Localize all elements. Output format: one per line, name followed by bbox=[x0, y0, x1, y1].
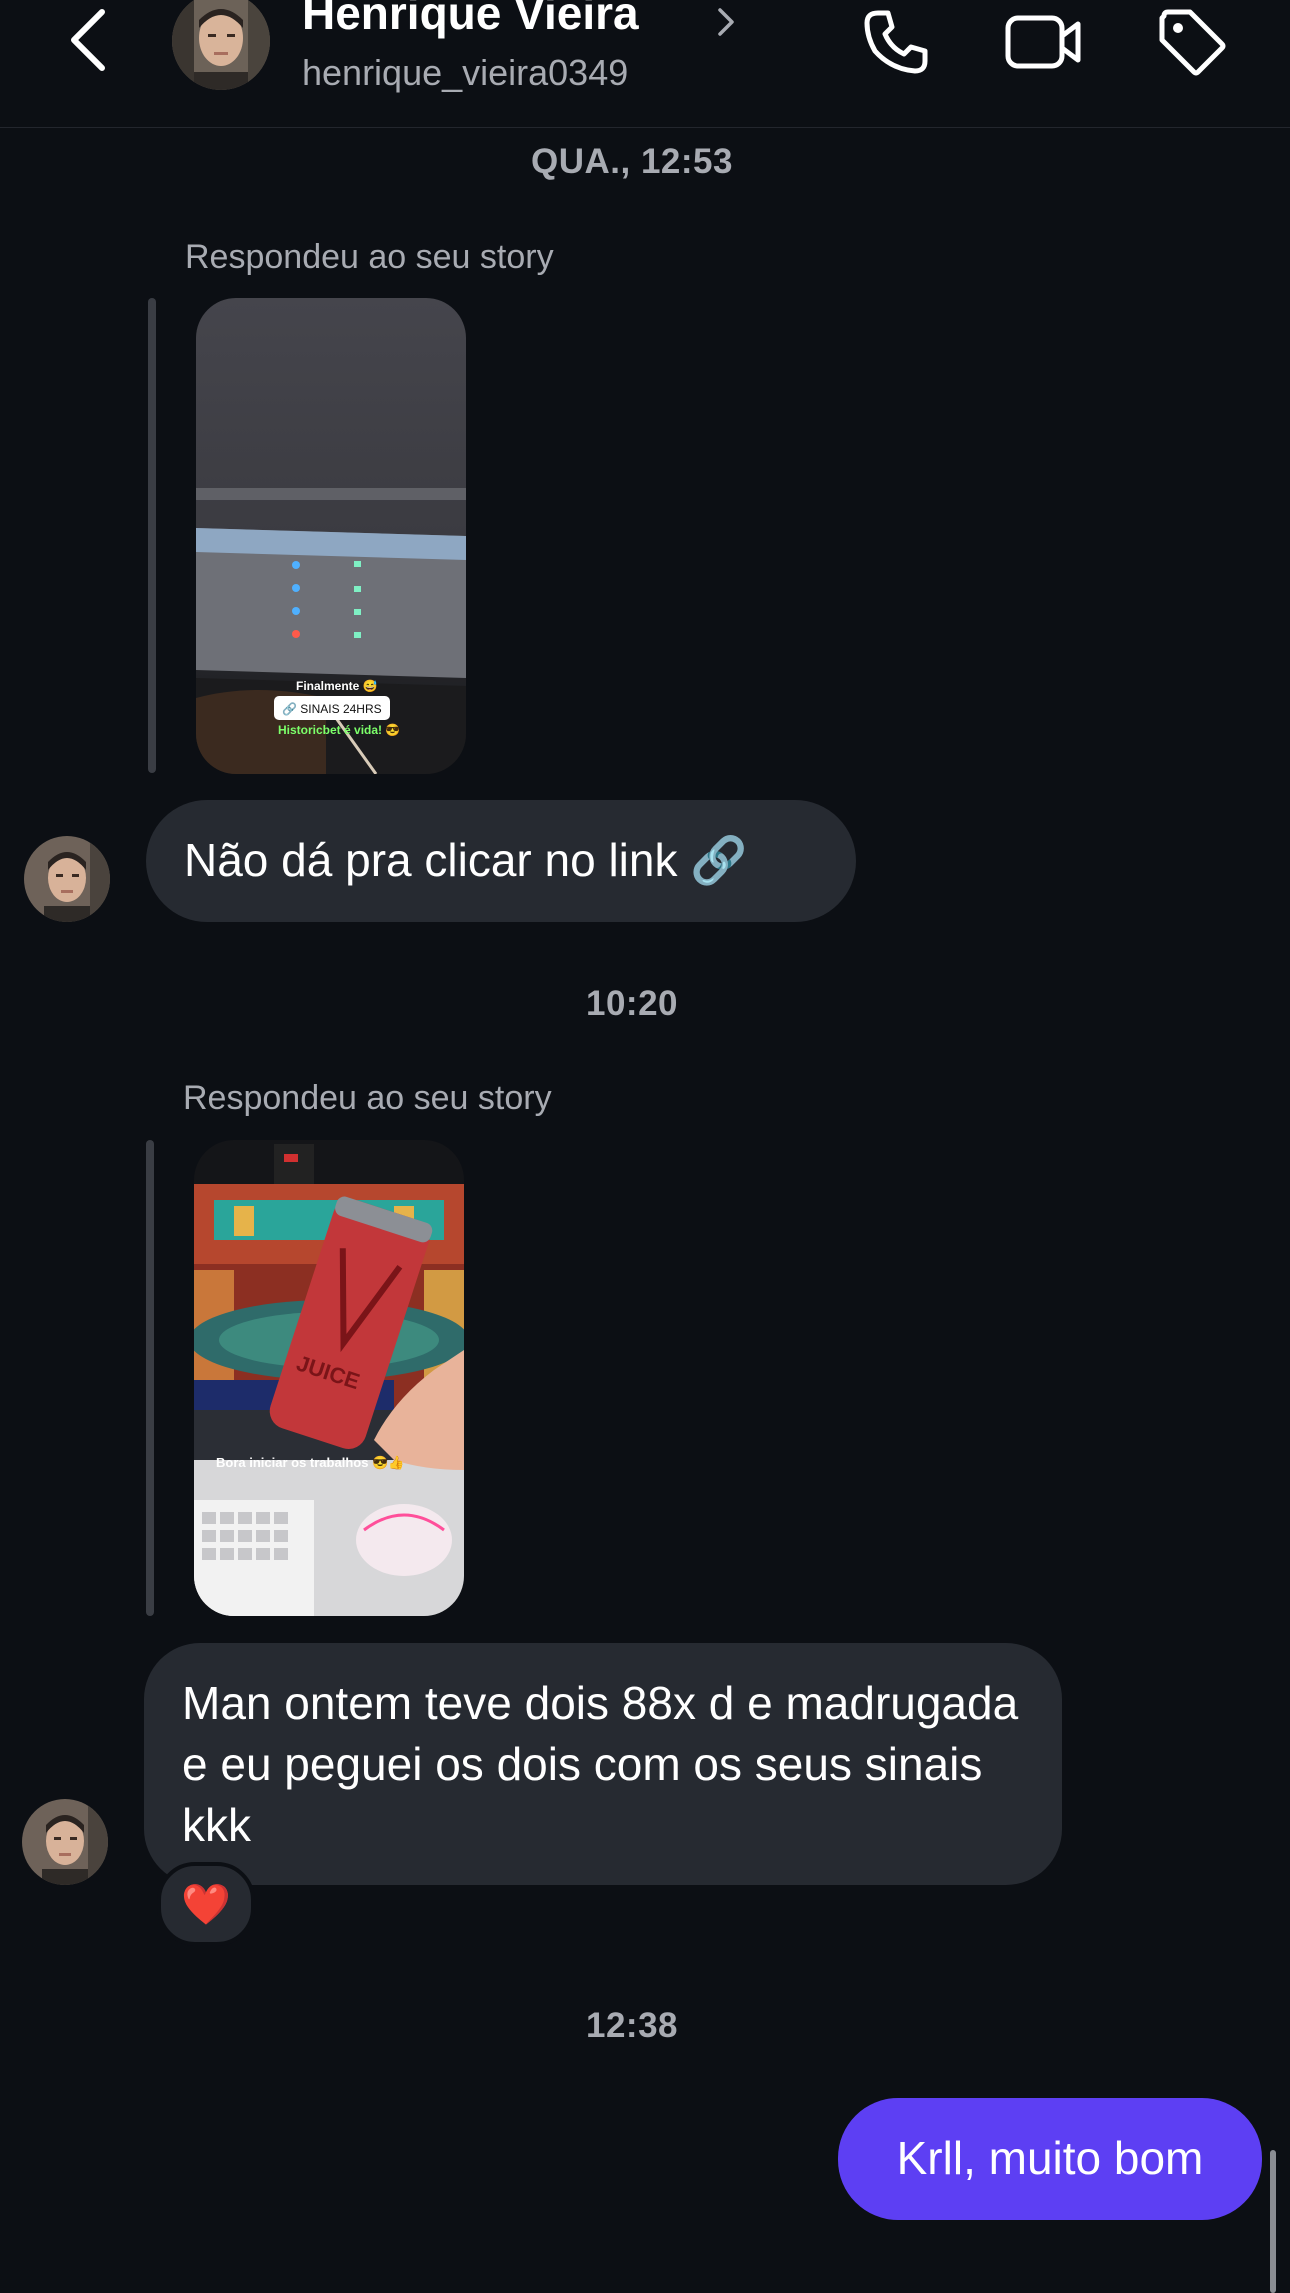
message-text: Não dá pra clicar no link 🔗 bbox=[184, 834, 748, 886]
timestamp: 10:20 bbox=[585, 984, 679, 1023]
heart-icon: ❤️ bbox=[181, 1882, 231, 1927]
story-reply-label: Respondeu ao seu story bbox=[183, 1079, 552, 1117]
story-overlay-text: Bora iniciar os trabalhos 😎👍 bbox=[216, 1455, 404, 1470]
audio-call-button[interactable] bbox=[856, 4, 936, 80]
story-thumbnail[interactable]: JUICE Bora iniciar os trabalhos 😎👍 bbox=[194, 1140, 464, 1616]
story-thumbnail[interactable]: Finalmente 😅 🔗 SINAIS 24HRS Historicbet … bbox=[196, 298, 466, 774]
video-call-button[interactable] bbox=[1004, 4, 1084, 80]
phone-icon bbox=[864, 10, 928, 74]
message-text: Man ontem teve dois 88x d e madrugada e … bbox=[182, 1677, 1019, 1851]
contact-username[interactable]: henrique_vieira0349 bbox=[302, 52, 628, 94]
story-reply-bar bbox=[146, 1140, 154, 1616]
message-bubble[interactable]: Man ontem teve dois 88x d e madrugada e … bbox=[144, 1643, 1062, 1885]
back-button[interactable] bbox=[60, 4, 116, 76]
outgoing-message-bubble[interactable]: Krll, muito bom bbox=[838, 2098, 1262, 2220]
chat-header: Henrique Vieira henrique_vieira0349 bbox=[0, 0, 1290, 128]
story-overlay-text: Historicbet é vida! 😎 bbox=[278, 723, 400, 737]
back-arrow-icon bbox=[71, 9, 105, 71]
timestamp: 12:38 bbox=[585, 2006, 679, 2045]
contact-name[interactable]: Henrique Vieira bbox=[302, 0, 639, 40]
sender-avatar[interactable] bbox=[22, 1799, 108, 1885]
story-link-sticker: 🔗 SINAIS 24HRS bbox=[282, 701, 382, 716]
scrollbar[interactable] bbox=[1270, 2150, 1276, 2293]
sender-avatar[interactable] bbox=[24, 836, 110, 922]
chevron-right-icon[interactable] bbox=[712, 4, 740, 40]
tag-icon bbox=[1159, 9, 1226, 76]
story-reply-label: Respondeu ao seu story bbox=[185, 238, 554, 276]
video-camera-icon bbox=[1005, 15, 1081, 69]
tag-button[interactable] bbox=[1152, 4, 1232, 80]
timestamp: QUA., 12:53 bbox=[531, 142, 733, 181]
heart-reaction[interactable]: ❤️ bbox=[157, 1862, 255, 1946]
contact-avatar[interactable] bbox=[172, 0, 270, 90]
message-text: Krll, muito bom bbox=[896, 2132, 1204, 2184]
story-overlay-text: Finalmente 😅 bbox=[296, 679, 378, 693]
message-bubble[interactable]: Não dá pra clicar no link 🔗 bbox=[146, 800, 856, 922]
story-reply-bar bbox=[148, 298, 156, 773]
